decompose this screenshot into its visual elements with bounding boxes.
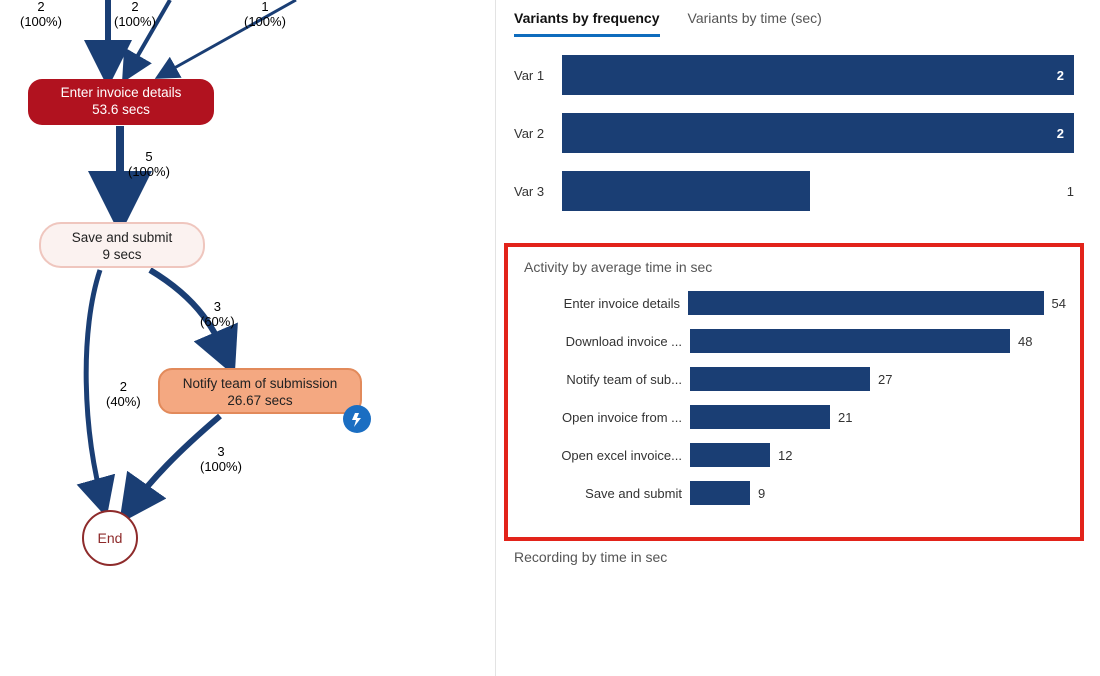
automation-badge-icon[interactable]	[343, 405, 371, 433]
node-end[interactable]: End	[82, 510, 138, 566]
edge-label-count: 2	[37, 0, 44, 14]
activity-bar	[690, 443, 770, 467]
activity-value: 21	[838, 410, 852, 425]
activity-bar	[688, 291, 1044, 315]
edge-label-pct: (100%)	[244, 14, 286, 29]
activity-row[interactable]: Notify team of sub... 27	[522, 367, 1066, 391]
activity-value: 48	[1018, 334, 1032, 349]
edge-label-count: 2	[131, 0, 138, 14]
bar-track	[562, 171, 1059, 211]
variant-bar: 2	[562, 113, 1074, 153]
activity-row[interactable]: Open excel invoice... 12	[522, 443, 1066, 467]
variants-frequency-chart: Var 1 2 Var 2 2 Var 3 1	[496, 37, 1092, 237]
activity-value: 9	[758, 486, 765, 501]
panel-title: Activity by average time in sec	[524, 259, 1066, 275]
node-enter-invoice-details[interactable]: Enter invoice details 53.6 secs	[28, 79, 214, 125]
node-label: Notify team of submission	[160, 376, 360, 393]
edge-label-count: 3	[217, 444, 224, 459]
activity-row[interactable]: Open invoice from ... 21	[522, 405, 1066, 429]
variant-label: Var 1	[514, 68, 562, 83]
edge-label-count: 2	[120, 379, 127, 394]
node-metric: 9 secs	[41, 247, 203, 264]
node-notify-team[interactable]: Notify team of submission 26.67 secs	[158, 368, 362, 414]
node-label: Enter invoice details	[28, 85, 214, 102]
edge-label-pct: (100%)	[114, 14, 156, 29]
edge-label-pct: (60%)	[200, 314, 235, 329]
variant-row[interactable]: Var 3 1	[514, 171, 1074, 211]
edge-label-pct: (100%)	[128, 164, 170, 179]
bar-track: 2	[562, 55, 1074, 95]
node-metric: 26.67 secs	[160, 393, 360, 410]
variant-bar: 2	[562, 55, 1074, 95]
node-label: Save and submit	[41, 230, 203, 247]
activity-bar	[690, 405, 830, 429]
activity-label: Open invoice from ...	[522, 410, 690, 425]
edge-label-count: 1	[261, 0, 268, 14]
node-label: End	[98, 530, 123, 546]
activity-value: 12	[778, 448, 792, 463]
edge-label-pct: (40%)	[106, 394, 141, 409]
activity-bar	[690, 481, 750, 505]
node-metric: 53.6 secs	[28, 102, 214, 119]
analytics-pane: Variants by frequency Variants by time (…	[495, 0, 1092, 676]
activity-time-panel: Activity by average time in sec Enter in…	[504, 243, 1084, 541]
edge-label-count: 5	[145, 149, 152, 164]
bar-value: 1	[1067, 184, 1074, 199]
activity-bar	[690, 367, 870, 391]
activity-label: Open excel invoice...	[522, 448, 690, 463]
activity-label: Save and submit	[522, 486, 690, 501]
activity-label: Enter invoice details	[522, 296, 688, 311]
variants-tabs: Variants by frequency Variants by time (…	[496, 0, 1092, 37]
recording-time-title: Recording by time in sec	[496, 541, 1092, 565]
variant-bar	[562, 171, 810, 211]
node-save-and-submit[interactable]: Save and submit 9 secs	[39, 222, 205, 268]
edge-label-count: 3	[214, 299, 221, 314]
activity-bar	[690, 329, 1010, 353]
bar-value: 2	[1057, 55, 1064, 95]
tab-variants-frequency[interactable]: Variants by frequency	[514, 10, 660, 37]
activity-row[interactable]: Download invoice ... 48	[522, 329, 1066, 353]
bar-value: 2	[1057, 113, 1064, 153]
activity-value: 54	[1052, 296, 1066, 311]
activity-row[interactable]: Enter invoice details 54	[522, 291, 1066, 315]
activity-time-chart: Enter invoice details 54 Download invoice …	[522, 291, 1066, 505]
edge-label-pct: (100%)	[20, 14, 62, 29]
variant-row[interactable]: Var 1 2	[514, 55, 1074, 95]
activity-value: 27	[878, 372, 892, 387]
variant-row[interactable]: Var 2 2	[514, 113, 1074, 153]
variant-label: Var 2	[514, 126, 562, 141]
edge-label-pct: (100%)	[200, 459, 242, 474]
bar-track: 2	[562, 113, 1074, 153]
tab-variants-time[interactable]: Variants by time (sec)	[688, 10, 822, 37]
activity-label: Notify team of sub...	[522, 372, 690, 387]
activity-label: Download invoice ...	[522, 334, 690, 349]
variant-label: Var 3	[514, 184, 562, 199]
activity-row[interactable]: Save and submit 9	[522, 481, 1066, 505]
